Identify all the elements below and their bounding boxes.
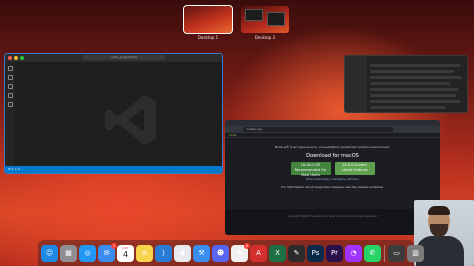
dock-glyph: ✆ xyxy=(369,249,376,257)
spaces-bar: Desktop 1 Desktop 2 xyxy=(0,0,474,46)
photoshop-icon[interactable]: Ps xyxy=(307,244,324,262)
dock-glyph: ⟩ xyxy=(162,249,165,257)
search-icon[interactable] xyxy=(7,75,13,80)
vscode-watermark-icon xyxy=(104,94,157,146)
acrobat-icon[interactable]: A xyxy=(250,244,267,262)
minimize-button[interactable] xyxy=(14,56,18,60)
dock-glyph: A xyxy=(256,249,261,257)
notes-icon[interactable]: ≡ xyxy=(136,244,153,262)
figma-icon[interactable]: ✎ xyxy=(288,244,305,262)
premiere-icon[interactable]: Pr xyxy=(326,244,343,262)
dock-separator xyxy=(384,244,385,262)
browser-window[interactable]: nodejs.org node Node.js® is an open-sour… xyxy=(225,120,440,235)
space-desktop-2[interactable]: Desktop 2 xyxy=(241,6,289,40)
page-intro: Node.js® is an open-source, cross-platfo… xyxy=(275,145,390,149)
launchpad-icon[interactable]: ▦ xyxy=(60,244,77,262)
page-footer: Copyright OpenJS Foundation and Node.js … xyxy=(225,209,440,235)
calendar-icon[interactable]: OCT 4 xyxy=(117,244,134,262)
calendar-day: 4 xyxy=(122,250,129,259)
dock-glyph: ≡ xyxy=(141,249,148,257)
photos-icon[interactable]: ✿ 6 xyxy=(231,242,250,262)
download-buttons: 18.18.0 LTS Recommended For Most Users 2… xyxy=(225,162,440,177)
calendar-month: OCT xyxy=(122,245,129,250)
vscode-window[interactable]: vsdk_project(bsl) ⊗ 0 ⚠ 0 xyxy=(4,53,223,174)
trash-icon[interactable]: ▥ xyxy=(407,244,424,262)
run-debug-icon[interactable] xyxy=(7,93,13,98)
dock-glyph: ✿ xyxy=(236,249,243,257)
excel-icon[interactable]: X xyxy=(269,244,286,262)
space-thumbnail[interactable] xyxy=(183,5,233,34)
dock-glyph: ◎ xyxy=(84,249,91,257)
dock-glyph: ◉ xyxy=(179,249,186,257)
current-subtitle: Latest Features xyxy=(341,168,368,172)
dock-glyph: ▦ xyxy=(65,249,72,257)
activity-bar xyxy=(5,62,15,167)
file-row[interactable] xyxy=(370,88,458,91)
space-thumbnail[interactable] xyxy=(241,6,289,33)
preview-icon[interactable]: ▭ xyxy=(388,244,405,262)
download-heading: Download for macOS xyxy=(306,153,359,159)
dock-glyph: ◔ xyxy=(350,249,357,257)
file-row[interactable] xyxy=(370,106,446,109)
site-navigation[interactable]: node xyxy=(225,133,440,138)
lts-subtitle: Recommended For Most Users xyxy=(294,168,327,177)
download-links[interactable]: Other Downloads | Changelog | API Docs xyxy=(225,178,440,181)
file-row[interactable] xyxy=(370,70,454,73)
file-row[interactable] xyxy=(370,76,462,79)
safari-icon[interactable]: ◎ xyxy=(79,244,96,262)
dock-glyph: Ps xyxy=(311,249,320,257)
finder-window[interactable] xyxy=(344,55,468,113)
dock-glyph: X xyxy=(275,249,280,257)
dock-glyph: ⚒ xyxy=(198,249,205,257)
space-label: Desktop 2 xyxy=(254,35,276,40)
dock-glyph: ✉ xyxy=(103,249,110,257)
dock-glyph: ✎ xyxy=(293,249,300,257)
person-hair xyxy=(428,206,450,215)
file-row[interactable] xyxy=(370,94,456,97)
file-row[interactable] xyxy=(370,100,460,103)
xcode-icon[interactable]: ⚒ xyxy=(193,244,210,262)
address-bar[interactable]: nodejs.org xyxy=(243,127,393,132)
window-titlebar[interactable]: vsdk_project(bsl) xyxy=(5,54,222,62)
source-control-icon[interactable] xyxy=(7,84,13,89)
dock-glyph: ▥ xyxy=(412,249,419,257)
vscode-icon[interactable]: ⟩ xyxy=(155,244,172,262)
space-label: Desktop 1 xyxy=(197,35,219,40)
whatsapp-icon[interactable]: ✆ xyxy=(364,244,381,262)
discord-icon[interactable]: ☻ xyxy=(212,244,229,262)
finder-icon[interactable]: ☺ xyxy=(41,244,58,262)
dock-glyph: ▭ xyxy=(393,249,400,257)
dock: ☺ ▦ ◎ ✉ 2 OCT 4 ≡ ⟩ ◉ ⚒ ☻ ✿ 6 A X ✎ Ps Pr ◔ ✆ ▭ ▥ xyxy=(38,240,424,266)
browser-toolbar: nodejs.org xyxy=(225,126,440,133)
dock-glyph: Pr xyxy=(331,249,338,257)
dock-glyph: ☻ xyxy=(216,249,225,257)
extensions-icon[interactable] xyxy=(7,102,13,107)
download-lts-button[interactable]: 18.18.0 LTS Recommended For Most Users xyxy=(290,162,331,177)
file-row[interactable] xyxy=(370,82,450,85)
editor-area[interactable] xyxy=(15,62,222,166)
space-desktop-1[interactable]: Desktop 1 xyxy=(183,5,233,40)
mail-icon[interactable]: ✉ 2 xyxy=(98,242,117,262)
release-info: For information about supported releases… xyxy=(281,185,384,189)
chrome-icon[interactable]: ◉ xyxy=(174,244,191,262)
file-row[interactable] xyxy=(370,64,460,67)
finder-sidebar xyxy=(345,56,367,112)
page-content: Node.js® is an open-source, cross-platfo… xyxy=(225,139,440,209)
explorer-icon[interactable] xyxy=(7,66,13,71)
close-button[interactable] xyxy=(8,56,12,60)
download-current-button[interactable]: 20.8.0 Current Latest Features xyxy=(334,162,375,175)
command-center[interactable]: vsdk_project(bsl) xyxy=(83,55,165,60)
zoom-button[interactable] xyxy=(20,56,24,60)
messenger-icon[interactable]: ◔ xyxy=(345,244,362,262)
dock-glyph: ☺ xyxy=(45,249,54,257)
status-bar[interactable]: ⊗ 0 ⚠ 0 xyxy=(5,166,222,173)
